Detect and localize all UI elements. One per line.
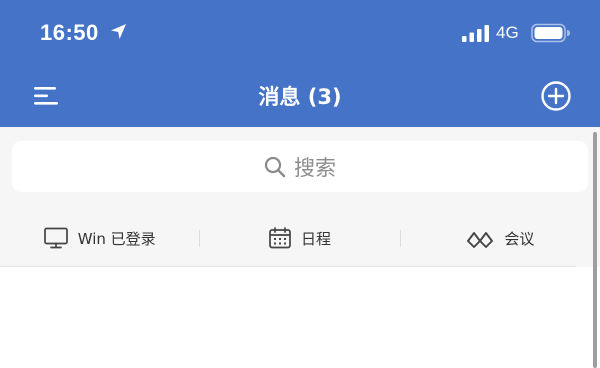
meeting-button[interactable]: 会议 <box>401 228 600 249</box>
cellular-signal-icon <box>462 25 489 42</box>
search-icon <box>264 156 286 177</box>
network-type: 4G <box>496 23 519 42</box>
meeting-icon <box>467 232 494 248</box>
win-login-button[interactable]: Win 已登录 <box>0 227 199 249</box>
separator-line <box>0 266 576 267</box>
location-arrow-icon <box>111 24 126 39</box>
quick-actions-bar: Win 已登录 日程 会议 <box>0 219 600 257</box>
search-input[interactable]: 搜索 <box>12 141 588 192</box>
battery-icon <box>531 23 570 43</box>
meeting-label: 会议 <box>504 229 535 248</box>
monitor-icon <box>43 227 68 249</box>
add-circle-icon[interactable] <box>540 80 572 112</box>
calendar-icon <box>269 227 291 249</box>
schedule-button[interactable]: 日程 <box>200 227 399 249</box>
app-header: 16:50 4G 消息 (3) <box>0 0 600 127</box>
schedule-label: 日程 <box>300 229 331 248</box>
status-time: 16:50 <box>40 20 99 45</box>
win-login-label: Win 已登录 <box>77 229 156 248</box>
search-placeholder: 搜索 <box>294 155 336 180</box>
menu-icon[interactable] <box>34 85 60 107</box>
content-area: 搜索 Win 已登录 日程 会议 <box>0 127 600 368</box>
page-title: 消息 (3) <box>258 85 342 109</box>
scrollbar[interactable] <box>593 132 597 368</box>
search-toolbar-area: 搜索 Win 已登录 日程 会议 <box>0 127 600 267</box>
